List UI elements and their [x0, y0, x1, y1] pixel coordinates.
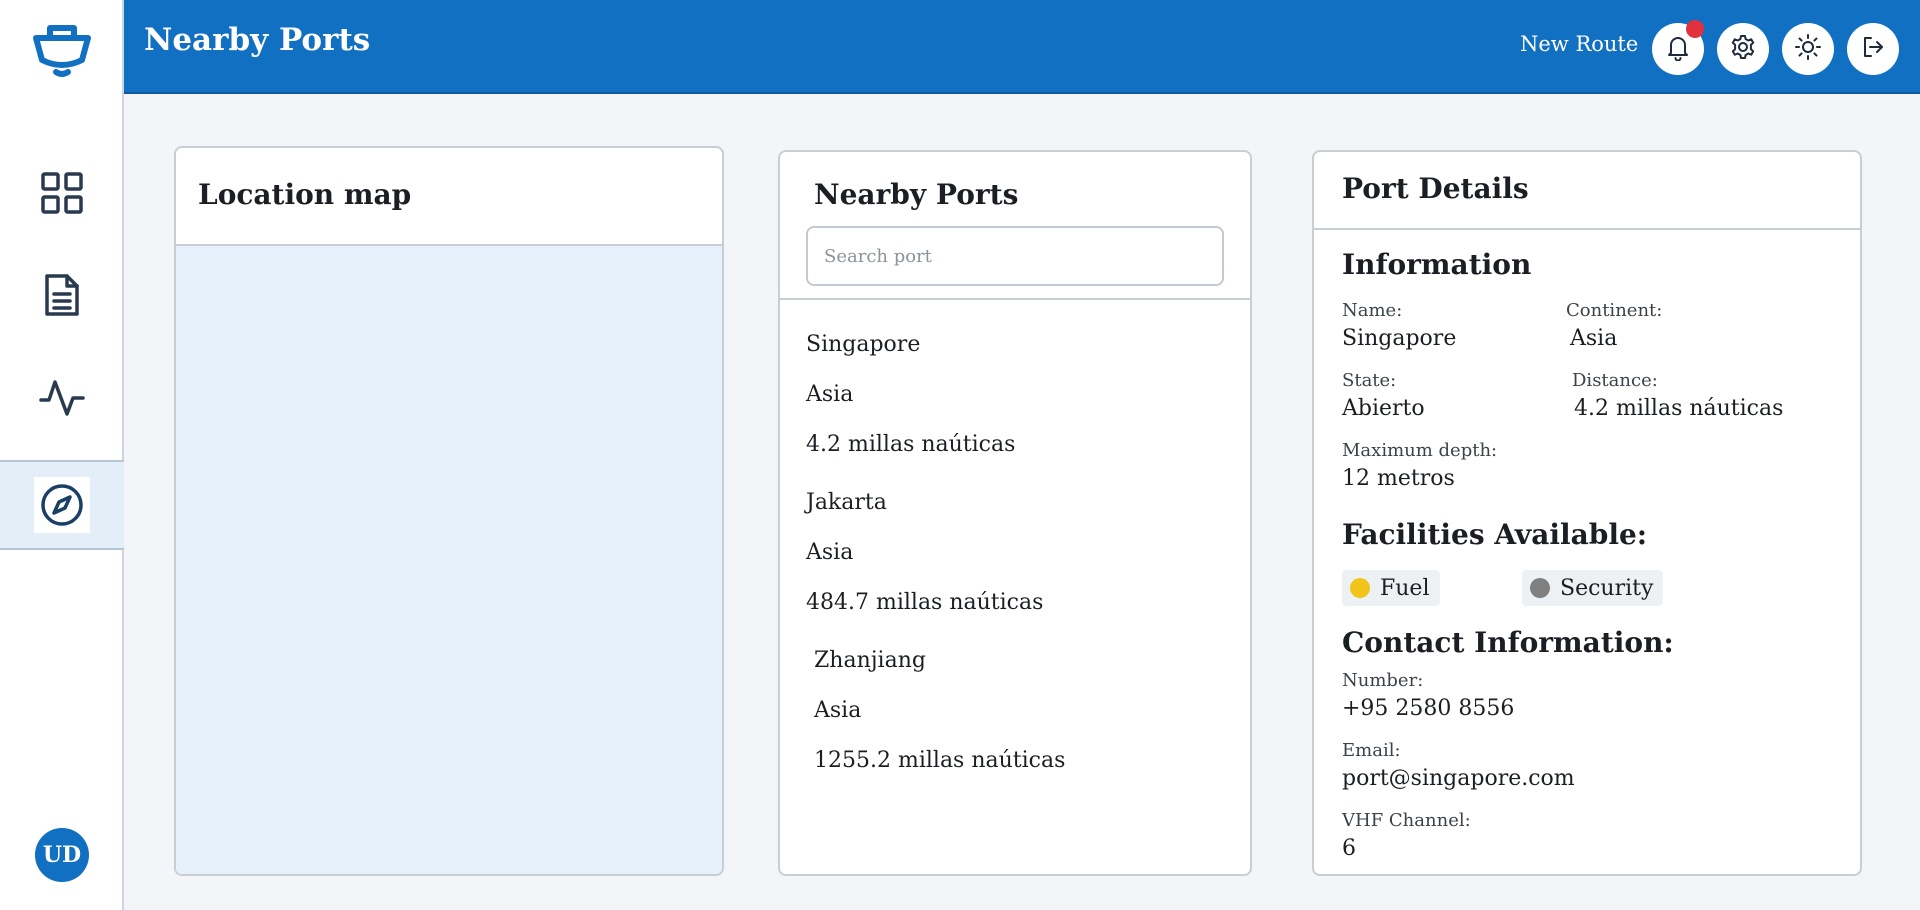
port-details-panel: Port Details Information Name: Singapore…	[1312, 150, 1862, 876]
port-distance: 484.7 millas naúticas	[806, 590, 1044, 615]
state-label: State:	[1342, 370, 1397, 391]
location-map-title: Location map	[198, 178, 412, 211]
nearby-ports-panel: Nearby Ports Singapore Asia 4.2 millas n…	[778, 150, 1252, 876]
bell-icon	[1664, 33, 1692, 65]
nearby-ports-title: Nearby Ports	[814, 178, 1019, 211]
port-name: Jakarta	[806, 490, 887, 515]
facility-chip-security: Security	[1522, 570, 1664, 606]
document-icon	[39, 272, 85, 322]
security-status-dot-icon	[1530, 578, 1550, 598]
notifications-button[interactable]	[1652, 20, 1704, 75]
sun-icon	[1794, 33, 1822, 65]
port-details-header: Port Details	[1314, 152, 1860, 230]
sidebar: UD	[0, 0, 124, 910]
location-map-header: Location map	[176, 148, 722, 246]
theme-toggle-button[interactable]	[1782, 23, 1834, 75]
number-label: Number:	[1342, 670, 1424, 691]
name-label: Name:	[1342, 300, 1403, 321]
continent-value: Asia	[1570, 326, 1618, 351]
port-distance: 1255.2 millas naúticas	[814, 748, 1066, 773]
notification-badge	[1686, 20, 1704, 38]
compass-icon	[34, 477, 90, 533]
max-depth-label: Maximum depth:	[1342, 440, 1498, 461]
page-title: Nearby Ports	[144, 22, 371, 58]
sidebar-item-nearby-ports[interactable]	[0, 460, 124, 550]
information-heading: Information	[1342, 248, 1532, 281]
logout-icon	[1859, 33, 1887, 65]
fuel-status-dot-icon	[1350, 578, 1370, 598]
facilities-heading: Facilities Available:	[1342, 518, 1648, 551]
port-distance: 4.2 millas naúticas	[806, 432, 1016, 457]
facility-label: Fuel	[1380, 575, 1430, 601]
name-value: Singapore	[1342, 326, 1457, 351]
port-continent: Asia	[814, 698, 862, 723]
vhf-channel-label: VHF Channel:	[1342, 810, 1471, 831]
port-continent: Asia	[806, 540, 854, 565]
location-map-panel: Location map	[174, 146, 724, 876]
sidebar-item-dashboard[interactable]	[0, 150, 124, 240]
port-name: Zhanjiang	[814, 648, 926, 673]
number-value: +95 2580 8556	[1342, 696, 1515, 721]
port-continent: Asia	[806, 382, 854, 407]
email-label: Email:	[1342, 740, 1401, 761]
max-depth-value: 12 metros	[1342, 466, 1455, 491]
facility-label: Security	[1560, 575, 1654, 601]
continent-label: Continent:	[1566, 300, 1663, 321]
port-details-title: Port Details	[1342, 172, 1529, 205]
search-port-input[interactable]	[806, 226, 1224, 286]
contact-heading: Contact Information:	[1342, 626, 1674, 659]
sidebar-item-activity[interactable]	[0, 354, 124, 444]
port-name: Singapore	[806, 332, 921, 357]
vhf-channel-value: 6	[1342, 836, 1356, 861]
activity-icon	[39, 374, 85, 424]
dashboard-grid-icon	[39, 170, 85, 220]
distance-value: 4.2 millas náuticas	[1574, 396, 1784, 421]
map-canvas[interactable]	[176, 246, 722, 874]
settings-button[interactable]	[1717, 23, 1769, 75]
logout-button[interactable]	[1847, 23, 1899, 75]
new-route-button[interactable]: New Route	[1520, 32, 1638, 56]
state-value: Abierto	[1342, 396, 1425, 421]
gear-icon	[1729, 33, 1757, 65]
facility-chip-fuel: Fuel	[1342, 570, 1440, 606]
distance-label: Distance:	[1572, 370, 1658, 391]
sidebar-item-documents[interactable]	[0, 252, 124, 342]
top-header: Nearby Ports New Route	[124, 0, 1920, 94]
avatar[interactable]: UD	[35, 828, 89, 882]
boat-logo-icon[interactable]	[30, 20, 94, 80]
email-value[interactable]: port@singapore.com	[1342, 766, 1575, 791]
